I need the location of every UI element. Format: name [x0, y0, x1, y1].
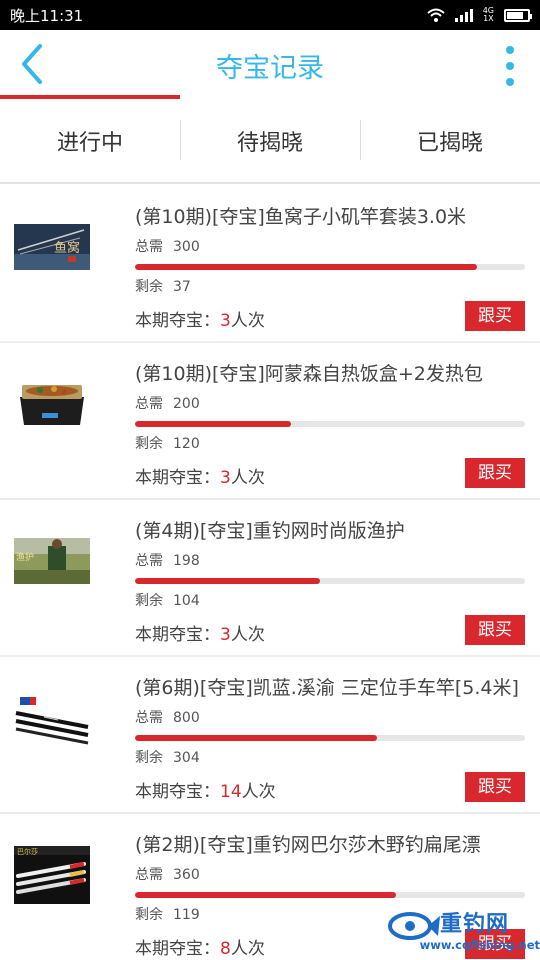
tab-in-progress[interactable]: 进行中	[0, 100, 180, 182]
tab-pending-reveal[interactable]: 待揭晓	[180, 100, 360, 182]
progress-bar	[135, 892, 525, 898]
record-list: 鱼窝 (第10期)[夺宝]鱼窝子小矶竿套装3.0米 总需 300 剩余 37 本期夺…	[0, 186, 540, 960]
follow-buy-button[interactable]: 跟买	[465, 301, 525, 331]
total-needed: 总需 360	[135, 867, 200, 883]
status-icons: 4G 1X	[427, 6, 532, 23]
tab-bar: 进行中 待揭晓 已揭晓	[0, 100, 540, 184]
signal-icon	[454, 8, 473, 22]
status-time: 晚上11:31	[10, 7, 84, 25]
remaining: 剩余 104	[135, 593, 200, 609]
my-entries: 本期夺宝：3人次	[135, 625, 265, 645]
record-title: (第10期)[夺宝]鱼窝子小矶竿套装3.0米	[135, 206, 467, 228]
list-item[interactable]: (第10期)[夺宝]阿蒙森自热饭盒+2发热包 总需 200 剩余 120 本期夺宝：…	[0, 343, 540, 500]
svg-text:巴尔莎: 巴尔莎	[17, 847, 38, 856]
tab-revealed[interactable]: 已揭晓	[360, 100, 540, 182]
follow-buy-button[interactable]: 跟买	[465, 458, 525, 488]
product-thumbnail	[14, 375, 90, 433]
more-dot-icon	[506, 78, 514, 86]
svg-text:渔护: 渔护	[16, 551, 34, 563]
total-needed: 总需 200	[135, 396, 200, 412]
product-thumbnail: 渔护	[14, 532, 90, 590]
more-options-button[interactable]	[498, 44, 522, 88]
remaining: 剩余 37	[135, 279, 191, 295]
record-title: (第6期)[夺宝]凯蓝.溪渝 三定位手车竿[5.4米]	[135, 677, 519, 699]
progress-bar	[135, 735, 525, 741]
active-tab-indicator	[0, 95, 180, 99]
battery-icon	[504, 8, 532, 22]
remaining: 剩余 120	[135, 436, 200, 452]
list-item[interactable]: 鱼窝 (第10期)[夺宝]鱼窝子小矶竿套装3.0米 总需 300 剩余 37 本期夺…	[0, 186, 540, 343]
my-entries: 本期夺宝：3人次	[135, 468, 265, 488]
more-dot-icon	[506, 46, 514, 54]
total-needed: 总需 198	[135, 553, 200, 569]
wifi-icon	[427, 8, 445, 22]
site-watermark: 重钓网 www.cqfishing.net	[384, 906, 540, 960]
progress-bar	[135, 264, 525, 270]
network-type-icon: 4G 1X	[482, 6, 494, 23]
status-bar: 晚上11:31 4G 1X	[0, 0, 540, 30]
page-title: 夺宝记录	[216, 53, 324, 84]
my-entries: 本期夺宝：3人次	[135, 311, 265, 331]
remaining: 剩余 119	[135, 907, 200, 923]
product-thumbnail: 巴尔莎	[14, 846, 90, 904]
more-dot-icon	[506, 62, 514, 70]
svg-text:鱼窝: 鱼窝	[54, 240, 80, 256]
progress-bar	[135, 421, 525, 427]
watermark-brand: 重钓网	[440, 912, 510, 937]
progress-bar	[135, 578, 525, 584]
product-thumbnail	[14, 689, 90, 747]
list-item[interactable]: (第6期)[夺宝]凯蓝.溪渝 三定位手车竿[5.4米] 总需 800 剩余 304 …	[0, 657, 540, 814]
my-entries: 本期夺宝：14人次	[135, 782, 276, 802]
list-item[interactable]: 渔护 (第4期)[夺宝]重钓网时尚版渔护 总需 198 剩余 104 本期夺宝：3人…	[0, 500, 540, 657]
total-needed: 总需 800	[135, 710, 200, 726]
total-needed: 总需 300	[135, 239, 200, 255]
product-thumbnail: 鱼窝	[14, 218, 90, 276]
follow-buy-button[interactable]: 跟买	[465, 772, 525, 802]
follow-buy-button[interactable]: 跟买	[465, 615, 525, 645]
watermark-url: www.cqfishing.net	[419, 938, 540, 952]
record-title: (第4期)[夺宝]重钓网时尚版渔护	[135, 520, 405, 542]
record-title: (第2期)[夺宝]重钓网巴尔莎木野钓扁尾漂	[135, 834, 481, 856]
record-title: (第10期)[夺宝]阿蒙森自热饭盒+2发热包	[135, 363, 483, 385]
nav-bar: 夺宝记录	[0, 30, 540, 100]
my-entries: 本期夺宝：8人次	[135, 939, 265, 959]
remaining: 剩余 304	[135, 750, 200, 766]
